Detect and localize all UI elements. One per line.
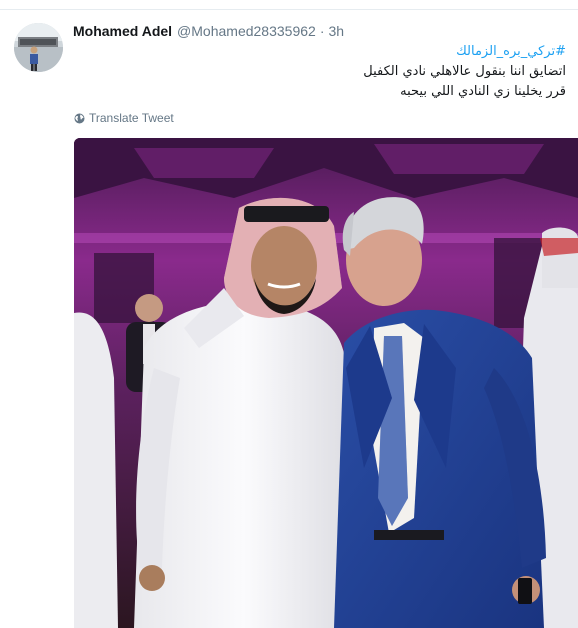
tweet-timestamp[interactable]: 3h xyxy=(328,23,344,39)
tweet-card[interactable]: Mohamed Adel @Mohamed28335962 · 3h #تركي… xyxy=(0,11,578,628)
avatar[interactable] xyxy=(14,23,63,72)
tweet-line-1: اتضايق اننا بنقول عالاهلي نادي الكفيل xyxy=(363,64,566,79)
avatar-image xyxy=(14,23,63,72)
tweet-photo[interactable] xyxy=(74,138,578,628)
photo-image xyxy=(74,138,578,628)
tweet-text: #تركي_بره_الزمالك اتضايق اننا بنقول عالا… xyxy=(86,42,566,102)
globe-icon xyxy=(74,113,85,124)
top-divider xyxy=(0,0,578,10)
translate-label: Translate Tweet xyxy=(89,111,174,125)
separator-dot: · xyxy=(319,23,325,39)
translate-tweet-link[interactable]: Translate Tweet xyxy=(74,111,174,125)
tweet-header: Mohamed Adel @Mohamed28335962 · 3h xyxy=(73,23,344,43)
hashtag-link[interactable]: #تركي_بره_الزمالك xyxy=(86,42,566,62)
author-handle[interactable]: @Mohamed28335962 xyxy=(177,23,316,39)
tweet-line-2: قرر يخلينا زي النادي اللي بيحبه xyxy=(400,84,566,99)
author-name[interactable]: Mohamed Adel xyxy=(73,23,172,39)
